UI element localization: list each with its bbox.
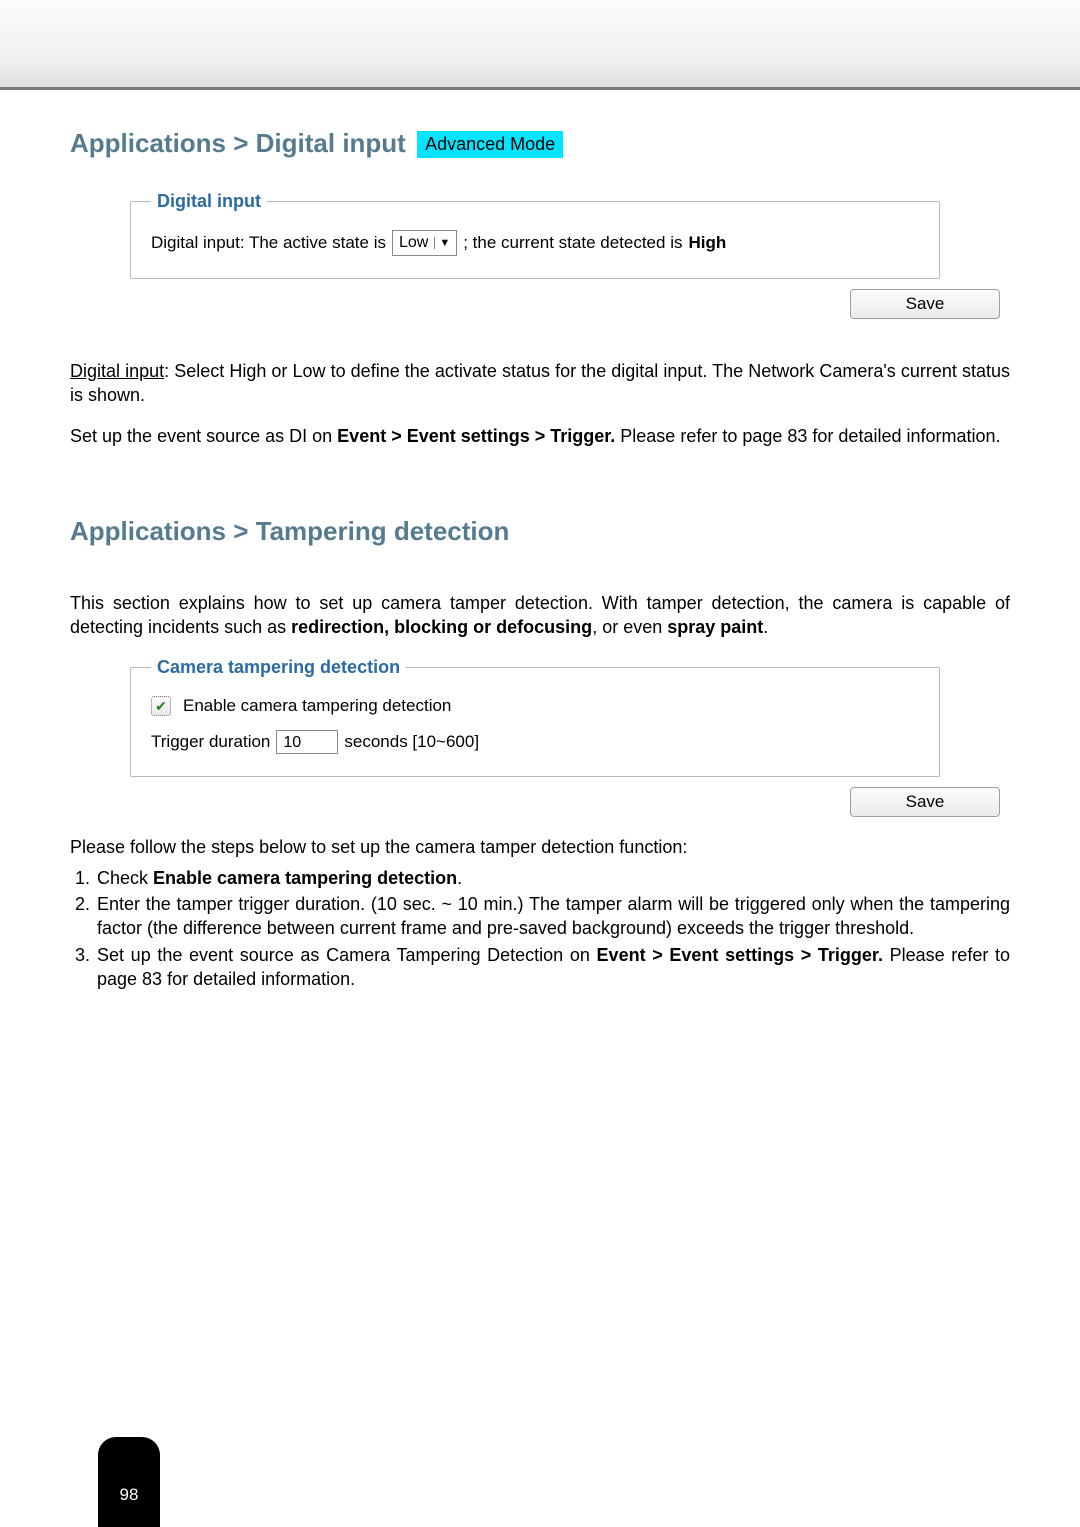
step1-bold: Enable camera tampering detection [153, 868, 457, 888]
trigger-duration-row: Trigger duration 10 seconds [10~600] [151, 730, 919, 754]
di-label-post: ; the current state detected is [463, 233, 682, 253]
chevron-down-icon: ▼ [434, 237, 454, 249]
steps-intro: Please follow the steps below to set up … [70, 835, 1010, 859]
t-intro-end: . [763, 617, 768, 637]
trigger-duration-unit: seconds [10~600] [344, 732, 479, 752]
enable-tamper-checkbox[interactable]: ✔ [151, 696, 171, 716]
section-title-digital-input: Applications > Digital input Advanced Mo… [70, 128, 563, 159]
enable-tamper-row: ✔ Enable camera tampering detection [151, 696, 919, 716]
advanced-mode-badge: Advanced Mode [417, 131, 563, 158]
enable-tamper-label: Enable camera tampering detection [183, 696, 451, 716]
trigger-duration-input[interactable]: 10 [276, 730, 338, 754]
t-intro-mid: , or even [592, 617, 667, 637]
di-para2-pre: Set up the event source as DI on [70, 426, 337, 446]
header-bar [0, 0, 1080, 90]
page-number: 98 [120, 1485, 139, 1505]
active-state-select[interactable]: Low ▼ [392, 230, 457, 256]
step-3: Set up the event source as Camera Tamper… [95, 943, 1010, 992]
digital-input-setup-note: Set up the event source as DI on Event >… [70, 424, 1010, 448]
current-state-value: High [688, 233, 726, 253]
tampering-fieldset: Camera tampering detection ✔ Enable came… [130, 657, 940, 777]
save-button[interactable]: Save [850, 787, 1000, 817]
step1-pre: Check [97, 868, 153, 888]
step3-bold: Event > Event settings > Trigger. [597, 945, 883, 965]
di-underline: Digital input [70, 361, 164, 381]
digital-input-legend: Digital input [151, 191, 267, 212]
di-para1-rest: : Select High or Low to define the activ… [70, 361, 1010, 405]
title-text: Applications > Digital input [70, 128, 406, 158]
step1-post: . [457, 868, 462, 888]
t-intro-bold1: redirection, blocking or defocusing [291, 617, 592, 637]
di-label-pre: Digital input: The active state is [151, 233, 386, 253]
step-1: Check Enable camera tampering detection. [95, 866, 1010, 890]
digital-input-description: Digital input: Select High or Low to def… [70, 359, 1010, 408]
digital-input-row: Digital input: The active state is Low ▼… [151, 230, 919, 256]
di-para2-post: Please refer to page 83 for detailed inf… [615, 426, 1000, 446]
page-number-tab: 98 [98, 1437, 160, 1527]
t-intro-bold2: spray paint [667, 617, 763, 637]
steps-list: Check Enable camera tampering detection.… [70, 866, 1010, 991]
di-para2-bold: Event > Event settings > Trigger. [337, 426, 615, 446]
tampering-legend: Camera tampering detection [151, 657, 406, 678]
save-button[interactable]: Save [850, 289, 1000, 319]
tampering-intro: This section explains how to set up came… [70, 591, 1010, 640]
digital-input-fieldset: Digital input Digital input: The active … [130, 191, 940, 279]
trigger-duration-label: Trigger duration [151, 732, 270, 752]
active-state-value: Low [399, 234, 428, 252]
section-title-tampering: Applications > Tampering detection [70, 516, 509, 547]
section-digital-input: Applications > Digital input Advanced Mo… [70, 120, 1010, 448]
step-2: Enter the tamper trigger duration. (10 s… [95, 892, 1010, 941]
step3-pre: Set up the event source as Camera Tamper… [97, 945, 597, 965]
section-tampering: Applications > Tampering detection This … [70, 508, 1010, 991]
